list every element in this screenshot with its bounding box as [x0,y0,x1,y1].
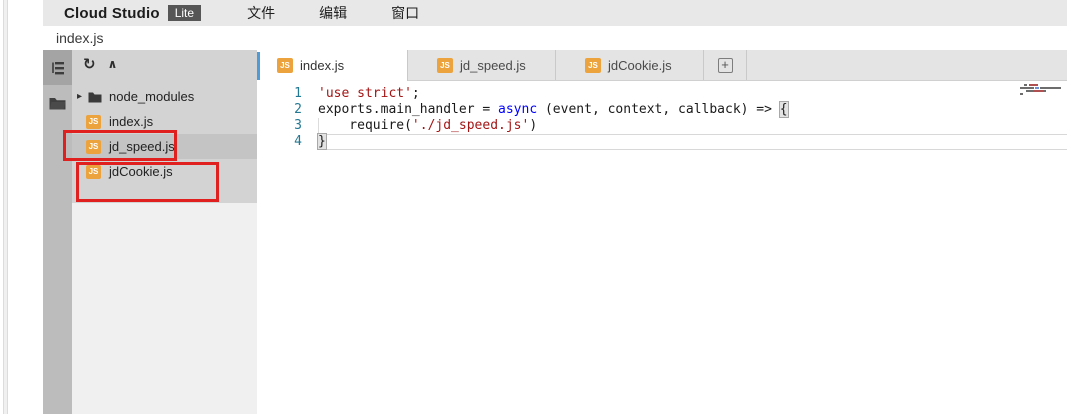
code-token: ) [529,118,537,133]
outline-tree-icon [50,60,66,76]
page-edge-strip [3,0,8,414]
cloud-studio-window: Cloud Studio Lite 文件 编辑 窗口 index.js [0,0,1067,414]
tree-item-label: index.js [109,114,153,129]
folder-icon [88,91,102,103]
tab-index-js[interactable]: JS index.js [260,50,408,81]
line-number: 4 [260,134,302,150]
code-line-3[interactable]: 3 require('./jd_speed.js') [260,118,1067,134]
code-token: (event, context, callback) => [537,102,780,117]
code-token: exports.main_handler = [318,102,498,117]
line-number: 2 [260,102,302,118]
collapse-all-icon[interactable]: ∧ [108,57,118,71]
annotation-box-jd-speed [63,130,177,161]
tab-label: index.js [300,58,344,73]
folder-icon [49,96,66,110]
file-explorer-panel: ↻ ∧ ▸ node_modules JS index.js [72,50,257,414]
line-number: 3 [260,118,302,134]
menu-edit[interactable]: 编辑 [297,1,369,25]
tree-item-node-modules[interactable]: ▸ node_modules [72,84,257,109]
new-tab-button[interactable]: + [704,50,747,80]
menu-list: 文件 编辑 窗口 [225,1,441,25]
line-number: 1 [260,86,302,102]
bracket-match-close: } [318,134,326,149]
explorer-toolbar: ↻ ∧ [72,50,117,78]
breadcrumb: index.js [43,26,1067,50]
code-token-string: 'use strict' [318,86,412,101]
code-token: require( [318,118,412,133]
tab-jdcookie-js[interactable]: JS jdCookie.js [556,50,704,80]
app-shell: Cloud Studio Lite 文件 编辑 窗口 index.js [43,0,1067,414]
js-file-icon: JS [86,115,101,129]
outline-view-button[interactable] [43,50,72,85]
tab-label: jdCookie.js [608,58,672,73]
js-file-icon: JS [437,58,453,73]
tab-bar: JS index.js JS jd_speed.js JS jdCookie.j… [260,50,1067,81]
editor-zone: JS index.js JS jd_speed.js JS jdCookie.j… [260,50,1067,414]
expand-arrow-icon[interactable]: ▸ [77,91,86,102]
refresh-icon[interactable]: ↻ [83,55,96,73]
bracket-match-open: { [780,102,788,117]
code-token: ; [412,86,420,101]
menu-window[interactable]: 窗口 [369,1,441,25]
code-line-1[interactable]: 1 'use strict'; [260,86,1067,102]
code-editor[interactable]: 1 'use strict'; 2 exports.main_handler =… [260,81,1067,414]
code-token-keyword: async [498,102,537,117]
js-file-icon: JS [585,58,601,73]
js-file-icon: JS [277,58,293,73]
code-line-2[interactable]: 2 exports.main_handler = async (event, c… [260,102,1067,118]
tree-item-label: node_modules [109,89,194,104]
file-explorer-button[interactable] [43,85,72,120]
app-logo: Cloud Studio [64,5,160,22]
tab-jd-speed-js[interactable]: JS jd_speed.js [408,50,556,80]
tab-label: jd_speed.js [460,58,526,73]
lite-badge: Lite [168,5,201,21]
menubar: Cloud Studio Lite 文件 编辑 窗口 [43,0,1067,26]
breadcrumb-filename[interactable]: index.js [56,30,103,46]
activity-bar [43,50,72,414]
menu-file[interactable]: 文件 [225,1,297,25]
new-tab-icon: + [718,58,733,73]
annotation-box-jdcookie [76,162,219,202]
code-token-string: './jd_speed.js' [412,118,529,133]
code-line-4[interactable]: 4 } [260,134,1067,150]
